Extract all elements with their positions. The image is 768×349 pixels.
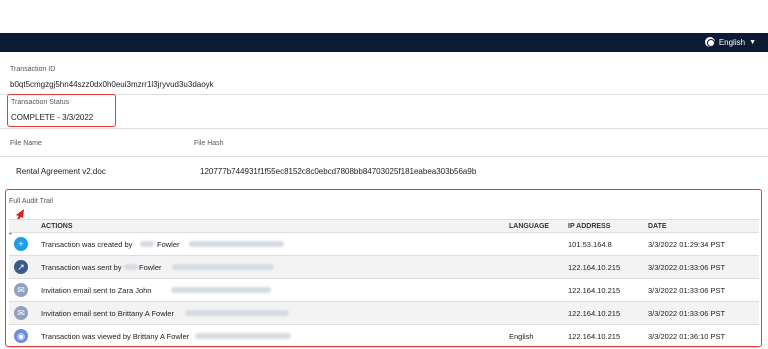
- eye-icon: ◉: [14, 329, 28, 343]
- date-cell: 3/3/2022 01:36:10 PST: [648, 332, 726, 341]
- date-cell: 3/3/2022 01:33:06 PST: [648, 309, 726, 318]
- redacted-email: [189, 241, 284, 247]
- column-header-ip-address[interactable]: IP ADDRESS: [568, 223, 610, 230]
- date-cell: 3/3/2022 01:33:06 PST: [648, 263, 726, 272]
- action-text: Transaction was created by: [41, 240, 133, 249]
- ip-address-cell: 122.164.10.215: [568, 263, 621, 272]
- share-icon: ↗: [14, 260, 28, 274]
- redacted-email: [172, 264, 274, 270]
- divider: [0, 128, 768, 129]
- language-label: English: [718, 37, 746, 47]
- caret-down-icon: ▼: [749, 38, 756, 46]
- redacted-email: [171, 287, 271, 293]
- language-cell: English: [509, 332, 534, 341]
- divider: [0, 156, 768, 157]
- plus-icon: +: [14, 237, 28, 251]
- action-name: Fowler: [157, 240, 180, 249]
- table-row: ✉ Invitation email sent to Brittany A Fo…: [9, 302, 759, 325]
- globe-icon: [704, 37, 715, 47]
- transaction-id-value: b0qt5cmgzgj5hn44szz0dx0h0eui3mzrr1l3jryv…: [10, 80, 214, 89]
- date-cell: 3/3/2022 01:33:06 PST: [648, 286, 726, 295]
- column-header-actions[interactable]: ACTIONS: [41, 223, 73, 230]
- language-selector[interactable]: English ▼: [704, 37, 756, 47]
- table-row: ◉ Transaction was viewed by Brittany A F…: [9, 325, 759, 348]
- action-text: Transaction was sent by: [41, 263, 122, 272]
- redacted-email: [195, 333, 291, 339]
- transaction-id-label: Transaction ID: [10, 66, 56, 73]
- column-header-date[interactable]: DATE: [648, 223, 667, 230]
- column-header-language[interactable]: LANGUAGE: [509, 223, 549, 230]
- ip-address-cell: 122.164.10.215: [568, 332, 621, 341]
- table-row: ↗ Transaction was sent by Fowler 122.164…: [9, 256, 759, 279]
- audit-table-header: ACTIONS LANGUAGE IP ADDRESS DATE: [9, 219, 759, 233]
- table-row: ✉ Invitation email sent to Zara John 122…: [9, 279, 759, 302]
- file-hash-value: 120777b744931f1f55ec8152c8c0ebcd7808bb84…: [200, 167, 477, 176]
- transaction-status-label: Transaction Status: [11, 99, 70, 106]
- action-text: Invitation email sent to Zara John: [41, 286, 152, 295]
- mail-icon: ✉: [14, 283, 28, 297]
- ip-address-cell: 101.53.164.8: [568, 240, 612, 249]
- redacted-name: [124, 264, 138, 270]
- mail-icon: ✉: [14, 306, 28, 320]
- file-name-label: File Name: [10, 140, 42, 147]
- transaction-status-value: COMPLETE - 3/3/2022: [11, 113, 94, 122]
- file-hash-label: File Hash: [194, 140, 224, 147]
- file-name-value[interactable]: Rental Agreement v2.doc: [16, 167, 106, 176]
- date-cell: 3/3/2022 01:29:34 PST: [648, 240, 726, 249]
- ip-address-cell: 122.164.10.215: [568, 309, 621, 318]
- action-text: Transaction was viewed by Brittany A Fow…: [41, 332, 190, 341]
- top-bar: English ▼: [0, 33, 768, 52]
- table-row: + Transaction was created by Fowler 101.…: [9, 233, 759, 256]
- action-text: Invitation email sent to Brittany A Fowl…: [41, 309, 174, 318]
- audit-trail-title: Full Audit Trail: [9, 198, 53, 205]
- action-name: Fowler: [139, 263, 162, 272]
- ip-address-cell: 122.164.10.215: [568, 286, 621, 295]
- redacted-email: [185, 310, 289, 316]
- redacted-name: [140, 241, 154, 247]
